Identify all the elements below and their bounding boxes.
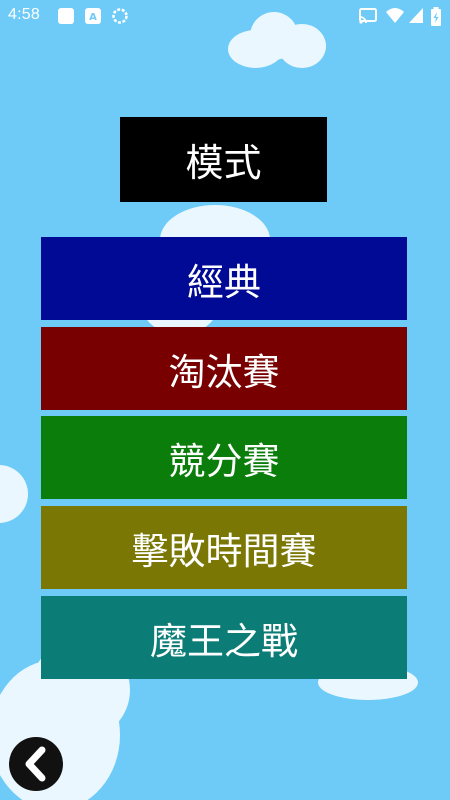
sync-ring-icon: [111, 7, 129, 30]
elimination-mode-button[interactable]: 淘汰賽: [41, 327, 407, 410]
status-bar: 4:58 A: [0, 0, 450, 32]
score-race-mode-button[interactable]: 競分賽: [41, 416, 407, 499]
a-badge-icon: A: [84, 7, 102, 30]
cast-icon: [358, 7, 378, 30]
cloud-left-edge: [0, 465, 30, 525]
boss-battle-mode-label: 魔王之戰: [150, 619, 298, 663]
chevron-left-icon: [25, 746, 46, 782]
boss-battle-mode-button[interactable]: 魔王之戰: [41, 596, 407, 679]
svg-text:A: A: [89, 12, 97, 23]
status-time: 4:58: [8, 6, 40, 23]
time-attack-mode-button[interactable]: 擊敗時間賽: [41, 506, 407, 589]
score-race-mode-label: 競分賽: [168, 439, 280, 483]
time-attack-mode-label: 擊敗時間賽: [131, 529, 317, 573]
back-button[interactable]: [9, 737, 63, 791]
square-app-icon: [57, 7, 75, 30]
classic-mode-label: 經典: [187, 260, 261, 304]
wifi-icon: [385, 7, 405, 30]
elimination-mode-label: 淘汰賽: [168, 350, 280, 394]
mode-title-box: 模式: [120, 117, 327, 202]
classic-mode-button[interactable]: 經典: [41, 237, 407, 320]
game-mode-screen: 4:58 A 模式 經典 淘汰賽 競分賽 擊敗時間賽 魔王之戰: [0, 0, 450, 800]
battery-icon: [430, 7, 442, 32]
page-title: 模式: [185, 141, 262, 185]
signal-icon: [408, 7, 424, 30]
